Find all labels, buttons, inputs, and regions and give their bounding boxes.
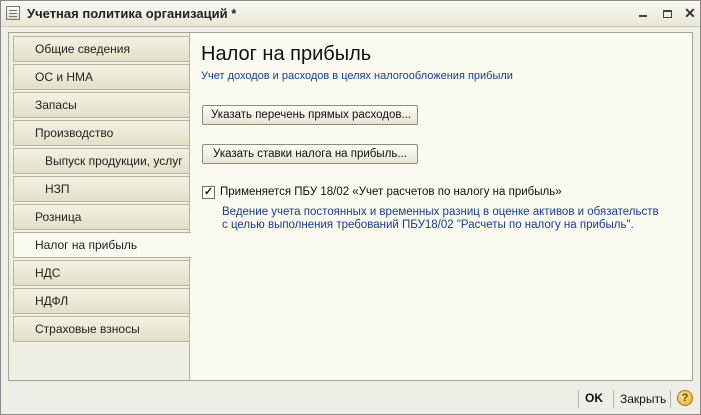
sidebar-item-vat[interactable]: НДС bbox=[13, 260, 189, 286]
sidebar-item-inventory[interactable]: Запасы bbox=[13, 92, 189, 118]
minimize-icon bbox=[639, 15, 647, 17]
sidebar-item-label: Выпуск продукции, услуг bbox=[45, 154, 183, 168]
close-button[interactable]: Закрыть bbox=[620, 392, 666, 406]
sidebar-item-label: НДС bbox=[35, 266, 61, 280]
sidebar-item-general[interactable]: Общие сведения bbox=[13, 36, 189, 62]
minimize-button[interactable] bbox=[633, 5, 653, 22]
sidebar-item-label: Розница bbox=[35, 210, 82, 224]
document-icon bbox=[6, 6, 20, 20]
pbu-description: Ведение учета постоянных и временных раз… bbox=[222, 206, 659, 232]
sidebar-item-label: НЗП bbox=[45, 182, 70, 196]
sidebar-item-production[interactable]: Производство bbox=[13, 120, 189, 146]
sidebar-item-insurance[interactable]: Страховые взносы bbox=[13, 316, 189, 342]
sidebar-item-label: Запасы bbox=[35, 98, 77, 112]
maximize-button[interactable] bbox=[657, 5, 677, 22]
window-title: Учетная политика организаций * bbox=[27, 6, 237, 21]
sidebar-item-product-output[interactable]: Выпуск продукции, услуг bbox=[13, 148, 189, 174]
sidebar-item-label: ОС и НМА bbox=[35, 70, 94, 84]
ok-button[interactable]: OK bbox=[585, 391, 603, 405]
description-line: с целью выполнения требований ПБУ18/02 "… bbox=[222, 219, 634, 231]
sidebar-item-personal-income-tax[interactable]: НДФЛ bbox=[13, 288, 189, 314]
footer-separator bbox=[613, 390, 614, 408]
content-panel: Общие сведения ОС и НМА Запасы Производс… bbox=[8, 32, 693, 381]
page-subtitle: Учет доходов и расходов в целях налогооб… bbox=[201, 70, 513, 82]
sidebar-item-label: Производство bbox=[35, 126, 114, 140]
description-line: Ведение учета постоянных и временных раз… bbox=[222, 206, 659, 218]
tax-rates-button[interactable]: Указать ставки налога на прибыль... bbox=[202, 144, 418, 164]
main-panel: Налог на прибыль Учет доходов и расходов… bbox=[190, 33, 692, 380]
pbu-checkbox-label[interactable]: Применяется ПБУ 18/02 «Учет расчетов по … bbox=[220, 186, 562, 198]
maximize-icon bbox=[662, 10, 672, 18]
close-icon[interactable]: ✕ bbox=[680, 5, 700, 22]
title-bar[interactable]: Учетная политика организаций * ✕ bbox=[1, 1, 700, 27]
footer-bar: OK Закрыть ? bbox=[1, 384, 700, 414]
sidebar-item-profit-tax[interactable]: Налог на прибыль bbox=[13, 232, 191, 258]
sidebar-item-label: Налог на прибыль bbox=[35, 238, 138, 252]
page-title: Налог на прибыль bbox=[201, 43, 372, 65]
footer-separator bbox=[670, 390, 671, 408]
help-icon[interactable]: ? bbox=[677, 390, 693, 406]
direct-costs-button[interactable]: Указать перечень прямых расходов... bbox=[202, 105, 418, 125]
dialog-window: Учетная политика организаций * ✕ Общие с… bbox=[0, 0, 701, 415]
sidebar-item-label: Страховые взносы bbox=[35, 322, 140, 336]
sidebar-item-wip[interactable]: НЗП bbox=[13, 176, 189, 202]
sidebar-item-retail[interactable]: Розница bbox=[13, 204, 189, 230]
pbu-checkbox[interactable]: ✓ bbox=[202, 186, 215, 199]
sidebar-item-fixed-assets[interactable]: ОС и НМА bbox=[13, 64, 189, 90]
sidebar: Общие сведения ОС и НМА Запасы Производс… bbox=[9, 33, 191, 380]
footer-separator bbox=[578, 390, 579, 408]
sidebar-item-label: Общие сведения bbox=[35, 42, 130, 56]
sidebar-item-label: НДФЛ bbox=[35, 294, 69, 308]
